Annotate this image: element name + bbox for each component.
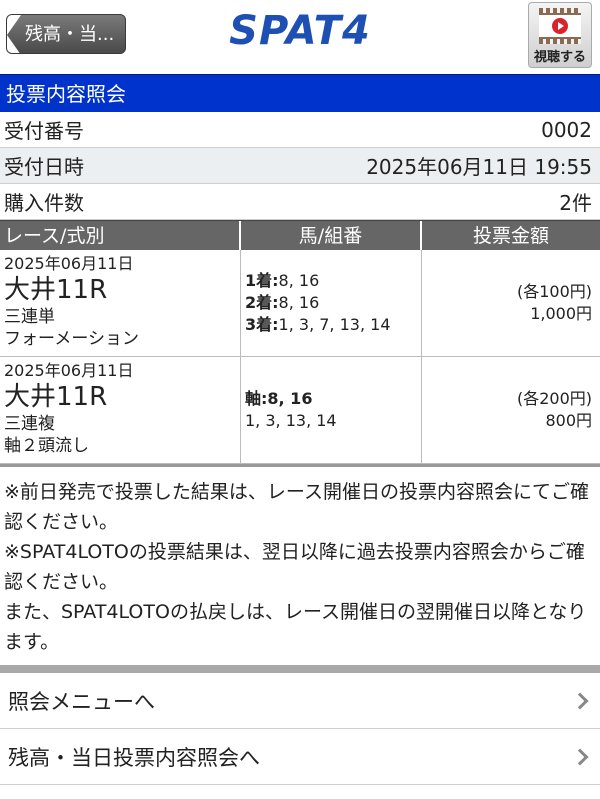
combo-line: 3着:1, 3, 7, 13, 14 [245,315,391,334]
receipt-number-label: 受付番号 [4,119,84,143]
notice-text: ※前日発売で投票した結果は、レース開催日の投票内容照会にてご確認ください。 ※S… [0,464,600,665]
table-row: 2025年06月11日 大井11R 三連単 フォーメーション 1着:8, 16 … [0,250,600,357]
bet-method: フォーメーション [4,329,139,349]
amount-cell: (各200円) 800円 [422,357,600,463]
race-cell: 2025年06月11日 大井11R 三連複 軸２頭流し [0,357,241,463]
menu-item-label: 照会メニューへ [8,689,155,714]
menu-item-label: 残高・当日投票内容照会へ [8,745,260,770]
menu-item-inquiry-menu[interactable]: 照会メニューへ [0,673,600,729]
combo-line: 2着:8, 16 [245,293,320,312]
race-cell: 2025年06月11日 大井11R 三連単 フォーメーション [0,250,241,356]
receipt-datetime-row: 受付日時 2025年06月11日 19:55 [0,148,600,184]
watch-video-button[interactable]: 視聴する [528,2,592,68]
film-play-icon [539,8,581,44]
total-amount: 1,000円 [530,304,592,323]
race-venue: 大井11R [4,275,108,305]
spat4-logo: SPAT4 [229,8,371,54]
combo-line: 1着:8, 16 [245,271,320,290]
watch-video-label: 視聴する [533,50,586,65]
total-amount: 800円 [545,411,592,430]
receipt-number-row: 受付番号 0002 [0,112,600,148]
menu-divider [0,665,600,673]
race-date: 2025年06月11日 [4,254,134,273]
bet-table-header: レース/式別 馬/組番 投票金額 [0,220,600,250]
purchase-count-value: 2件 [559,191,592,215]
unit-amount: (各100円) [516,282,592,301]
table-row: 2025年06月11日 大井11R 三連複 軸２頭流し 軸:8, 16 1, 3… [0,357,600,464]
bet-method: 軸２頭流し [4,436,89,456]
partner-line: 1, 3, 13, 14 [245,411,337,430]
notice-line: ※SPAT4LOTOの投票結果は、翌日以降に過去投票内容照会からご確認ください。 [4,541,585,593]
receipt-datetime-value: 2025年06月11日 19:55 [366,155,592,179]
combo-cell: 1着:8, 16 2着:8, 16 3着:1, 3, 7, 13, 14 [241,250,422,356]
notice-line: また、SPAT4LOTOの払戻しは、レース開催日の翌開催日以降となります。 [4,601,587,653]
col-amount: 投票金額 [472,225,549,247]
axis-line: 軸:8, 16 [245,389,313,408]
race-venue: 大井11R [4,382,108,412]
top-bar: 残高・当... SPAT4 視聴する [0,0,600,74]
bet-type: 三連複 [4,414,55,434]
purchase-count-label: 購入件数 [4,191,84,215]
receipt-datetime-label: 受付日時 [4,155,84,179]
notice-line: ※前日発売で投票した結果は、レース開催日の投票内容照会にてご確認ください。 [4,481,589,533]
chevron-right-icon [571,692,589,709]
amount-cell: (各100円) 1,000円 [422,250,600,356]
unit-amount: (各200円) [516,389,592,408]
combo-cell: 軸:8, 16 1, 3, 13, 14 [241,357,422,463]
bet-type: 三連単 [4,307,55,327]
purchase-count-row: 購入件数 2件 [0,184,600,220]
col-race-type: レース/式別 [0,221,241,250]
page-title: 投票内容照会 [0,74,600,112]
receipt-number-value: 0002 [541,117,592,142]
race-date: 2025年06月11日 [4,361,134,380]
menu-item-balance-inquiry[interactable]: 残高・当日投票内容照会へ [0,729,600,785]
col-horse-combo: 馬/組番 [241,221,422,250]
chevron-right-icon [571,748,589,765]
